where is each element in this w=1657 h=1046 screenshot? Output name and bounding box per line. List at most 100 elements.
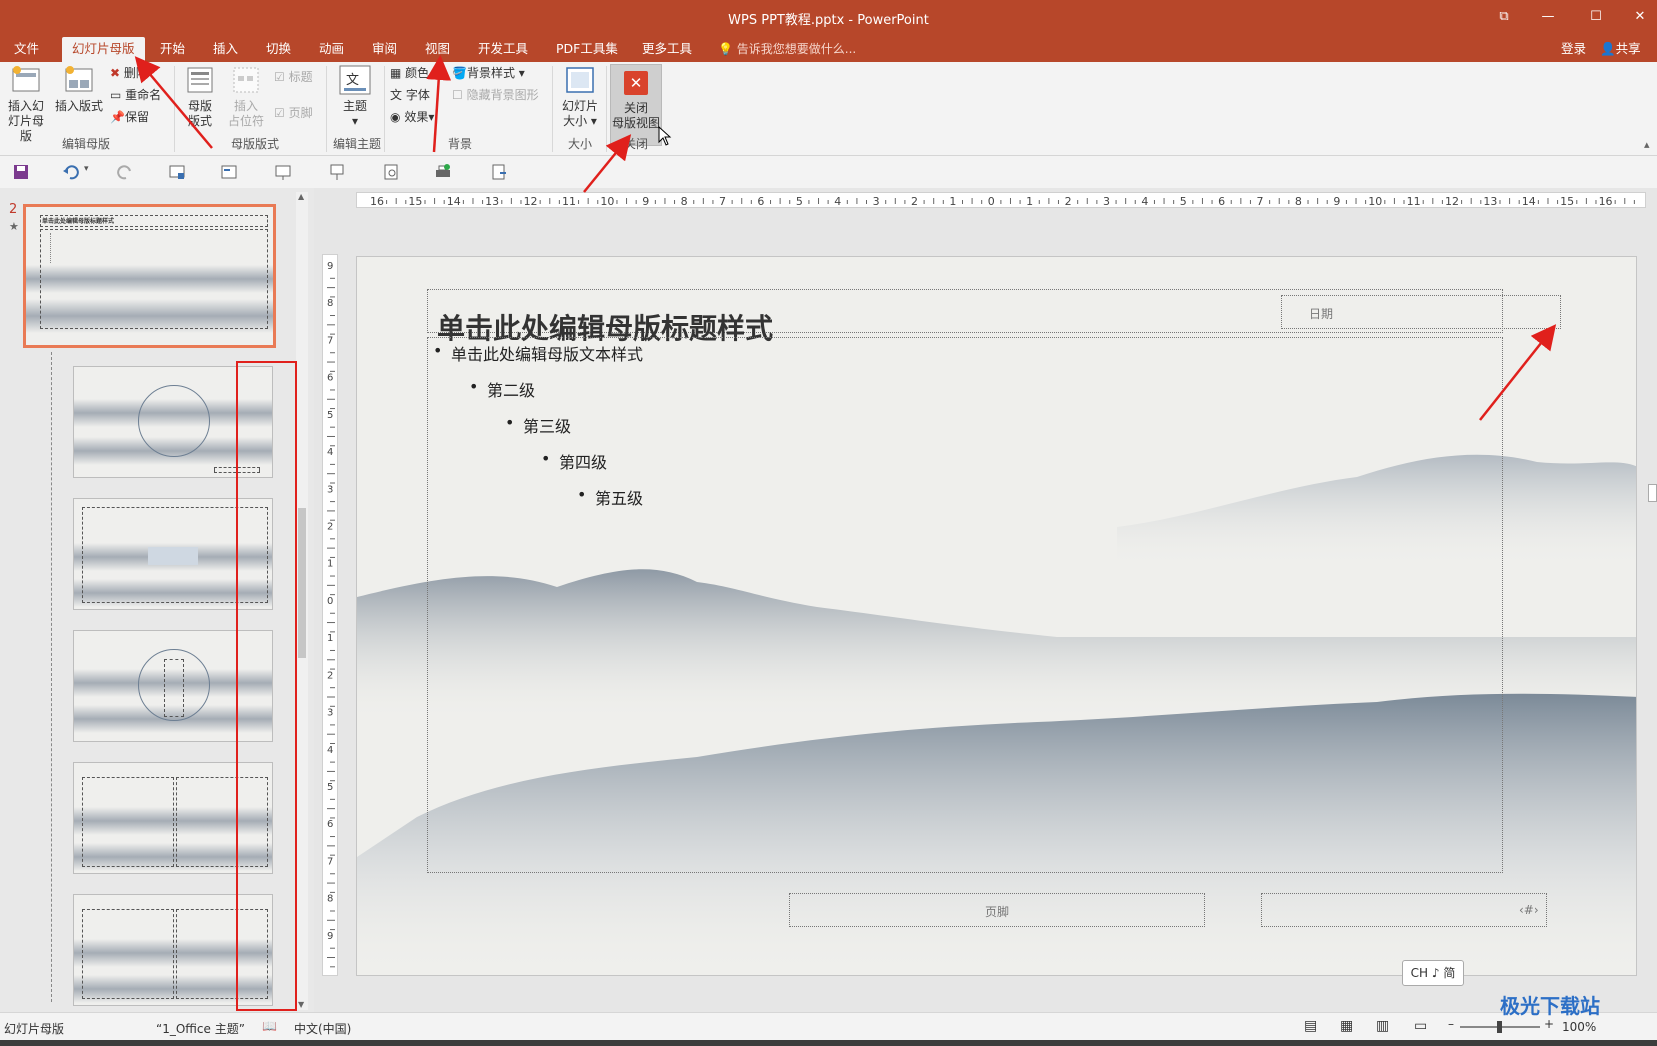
ruler-label: 2 bbox=[327, 522, 333, 533]
preserve-button[interactable]: 📌保留 bbox=[110, 108, 149, 126]
present-icon[interactable] bbox=[328, 163, 346, 181]
tab-developer[interactable]: 开发工具 bbox=[474, 37, 532, 62]
quick-print-icon[interactable] bbox=[434, 163, 452, 181]
vertical-ruler[interactable]: 9 8 7 6 5 4 3 2 1 0 1 2 3 4 5 6 7 8 9 bbox=[322, 254, 338, 976]
normal-view-icon[interactable]: ▤ bbox=[1304, 1018, 1317, 1034]
ribbon-display-button[interactable]: ⧉ bbox=[1490, 6, 1518, 28]
title-checkbox-label: 标题 bbox=[288, 70, 313, 84]
bullet-level-3: 第三级 bbox=[505, 413, 571, 437]
tab-review[interactable]: 审阅 bbox=[368, 37, 401, 62]
fonts-button[interactable]: 文 字体 bbox=[390, 86, 430, 104]
ruler-label: 5 bbox=[327, 410, 333, 421]
colors-icon: ▦ bbox=[390, 66, 402, 80]
zoom-in-icon[interactable]: + bbox=[1544, 1017, 1554, 1031]
status-bar: 幻灯片母版 “1_Office 主题” 📖 中文(中国) ▤ ▦ ▥ ▭ – +… bbox=[0, 1012, 1657, 1040]
delete-button[interactable]: ✖ 删除 bbox=[110, 64, 148, 82]
save-icon[interactable] bbox=[12, 163, 30, 181]
colors-button[interactable]: ▦ 颜色 bbox=[390, 64, 429, 82]
title-checkbox[interactable]: ☑ 标题 bbox=[274, 68, 313, 86]
close-window-button[interactable]: ✕ bbox=[1626, 6, 1654, 28]
hide-background-label: 隐藏背景图形 bbox=[466, 88, 539, 102]
slide-thumbnail-pane: 2 ★ 单击此处编辑母版标题样式 ▲ ▼ bbox=[0, 188, 314, 1012]
ruler-label: 16 bbox=[1599, 195, 1613, 208]
minimize-button[interactable]: — bbox=[1534, 6, 1562, 28]
tab-file[interactable]: 文件 bbox=[10, 37, 43, 62]
ruler-label: 14 bbox=[1522, 195, 1536, 208]
thumbnail-layout-2[interactable] bbox=[73, 498, 273, 610]
undo-dropdown-icon[interactable]: ▾ bbox=[84, 164, 89, 174]
new-slide-icon[interactable] bbox=[168, 163, 186, 181]
tab-home[interactable]: 开始 bbox=[156, 37, 189, 62]
slide-size-label-1: 幻灯片 bbox=[561, 99, 598, 113]
thumbnail-scroll-thumb[interactable] bbox=[298, 508, 306, 658]
thumbnail-layout-1[interactable] bbox=[73, 366, 273, 478]
zoom-slider-thumb[interactable] bbox=[1497, 1021, 1502, 1033]
reading-view-icon[interactable]: ▥ bbox=[1376, 1018, 1389, 1034]
master-layout-label-2: 版式 bbox=[187, 114, 212, 128]
thumbnail-layout-3[interactable] bbox=[73, 630, 273, 742]
horizontal-ruler[interactable]: 16 15 14 13 12 11 10 9 8 7 6 5 4 3 2 1 0 1 2 3 4 5 6 7 8 9 10 11 12 1… bbox=[356, 192, 1646, 208]
thumbnail-master[interactable]: 单击此处编辑母版标题样式 bbox=[23, 204, 276, 348]
themes-button[interactable]: 文 主题 ▾ bbox=[334, 64, 376, 129]
scroll-up-icon[interactable]: ▲ bbox=[298, 192, 304, 201]
tab-view[interactable]: 视图 bbox=[421, 37, 454, 62]
thumbnail-layout-4[interactable] bbox=[73, 762, 273, 874]
login-link[interactable]: 登录 bbox=[1561, 37, 1586, 61]
share-button[interactable]: 👤共享 bbox=[1600, 37, 1641, 61]
hide-background-checkbox[interactable]: ☐ 隐藏背景图形 bbox=[452, 86, 539, 104]
ruler-label: 1 bbox=[1026, 195, 1033, 208]
tab-insert[interactable]: 插入 bbox=[209, 37, 242, 62]
thumb-title-text: 单击此处编辑母版标题样式 bbox=[42, 218, 115, 225]
ruler-label: 8 bbox=[327, 894, 333, 905]
ruler-label: 9 bbox=[327, 261, 333, 272]
tab-more-tools[interactable]: 更多工具 bbox=[638, 37, 696, 62]
ime-indicator[interactable]: CH ♪ 简 bbox=[1402, 960, 1464, 986]
slide-number-placeholder[interactable] bbox=[1261, 893, 1547, 927]
ruler-label: 9 bbox=[642, 195, 649, 208]
ruler-label: 14 bbox=[447, 195, 461, 208]
mouse-cursor-icon bbox=[658, 126, 672, 146]
slide-canvas[interactable]: 单击此处编辑母版标题样式 日期 单击此处编辑母版文本样式 第二级 第三级 第四级… bbox=[356, 256, 1637, 976]
tab-pdf-tools[interactable]: PDF工具集 bbox=[552, 37, 622, 62]
body-placeholder[interactable] bbox=[427, 337, 1503, 873]
slide-size-button[interactable]: 幻灯片 大小 ▾ bbox=[556, 64, 604, 129]
background-styles-button[interactable]: 🪣背景样式 ▾ bbox=[452, 64, 525, 82]
spellcheck-icon[interactable]: 📖 bbox=[262, 1019, 277, 1033]
slideshow-view-icon[interactable]: ▭ bbox=[1414, 1018, 1427, 1034]
scroll-down-icon[interactable]: ▼ bbox=[298, 1000, 304, 1009]
thumbnail-layout-5[interactable] bbox=[73, 894, 273, 1006]
insert-slide-master-button[interactable]: 插入幻 灯片母版 bbox=[4, 64, 48, 144]
slide-sorter-icon[interactable]: ▦ bbox=[1340, 1018, 1353, 1034]
tab-animations[interactable]: 动画 bbox=[315, 37, 348, 62]
ruler-label: 2 bbox=[1065, 195, 1072, 208]
redo-icon[interactable] bbox=[116, 163, 134, 181]
footer-checkbox-label: 页脚 bbox=[288, 106, 313, 120]
insert-layout-label: 插入版式 bbox=[54, 99, 103, 113]
rename-button[interactable]: ▭ 重命名 bbox=[110, 86, 161, 104]
insert-placeholder-button[interactable]: 插入 占位符 bbox=[224, 64, 268, 129]
print-preview-icon[interactable] bbox=[382, 163, 400, 181]
footer-checkbox[interactable]: ☑ 页脚 bbox=[274, 104, 313, 122]
export-icon[interactable] bbox=[490, 163, 508, 181]
close-x-icon: ✕ bbox=[624, 71, 648, 95]
bullet-level-2: 第二级 bbox=[469, 377, 535, 401]
ruler-label: 1 bbox=[327, 633, 333, 644]
ruler-label: 4 bbox=[1141, 195, 1148, 208]
zoom-level[interactable]: 100% bbox=[1562, 1020, 1596, 1034]
tab-transitions[interactable]: 切换 bbox=[262, 37, 295, 62]
insert-layout-button[interactable]: 插入版式 bbox=[54, 64, 104, 114]
layout-qat-icon[interactable] bbox=[220, 163, 238, 181]
collapse-ribbon-icon[interactable]: ▴ bbox=[1644, 138, 1650, 151]
zoom-out-icon[interactable]: – bbox=[1448, 1017, 1454, 1031]
maximize-button[interactable]: ☐ bbox=[1582, 6, 1610, 28]
tell-me-box[interactable]: 💡 告诉我您想要做什么... bbox=[718, 38, 856, 60]
slideshow-icon[interactable] bbox=[274, 163, 292, 181]
master-layout-button[interactable]: 母版 版式 bbox=[180, 64, 220, 129]
splitter-handle[interactable] bbox=[1648, 484, 1657, 502]
tab-slide-master[interactable]: 幻灯片母版 bbox=[62, 37, 145, 62]
undo-icon[interactable] bbox=[62, 163, 80, 181]
effects-label: 效果 bbox=[404, 110, 429, 124]
effects-button[interactable]: ◉ 效果▾ bbox=[390, 108, 434, 126]
thumb-placeholder bbox=[82, 909, 174, 999]
close-master-view-button[interactable]: ✕ 关闭 母版视图 bbox=[610, 64, 662, 146]
